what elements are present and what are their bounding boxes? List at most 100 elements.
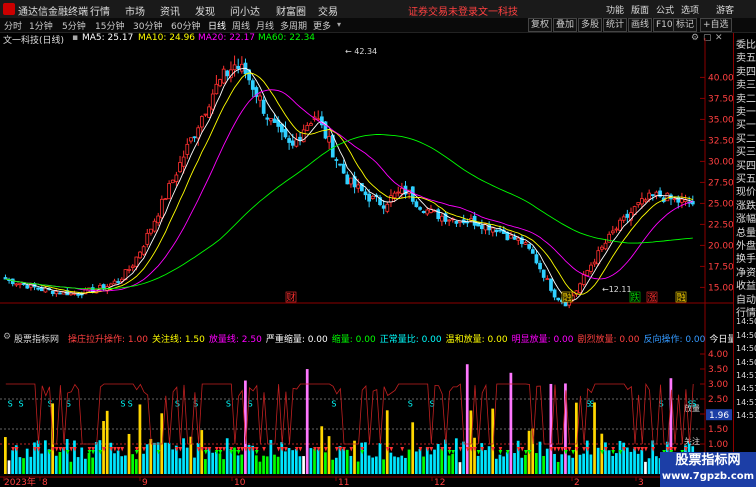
signal-triangle [298,447,303,452]
signal-triangle [58,447,63,452]
candle-body [436,209,441,219]
quote-panel-item: 14:50 [736,330,756,340]
volume-ratio-bar [447,455,451,474]
signal-triangle-green [447,450,452,455]
volume-ratio-bar [436,443,440,474]
volume-ratio-bar [207,448,211,474]
signal-triangle [69,447,74,452]
volume-ratio-bar [167,442,171,474]
price-tick-label: 15.00 [708,283,733,293]
signal-triangle [262,447,266,452]
volume-ratio-bar [105,410,109,474]
volume-ratio-bar [524,454,527,474]
time-tick-label: 2 [574,478,580,487]
candle-body [239,63,244,72]
volume-ratio-bar [509,372,513,474]
volume-ratio-bar [331,459,335,474]
volume-ratio-bar [182,438,185,474]
candle-body [367,193,371,202]
volume-ratio-bar [7,460,11,474]
candle-body [305,125,310,131]
candle-body [145,232,150,245]
candle-body [18,283,22,286]
volume-ratio-bar [218,453,222,474]
price-tick-label: 35.00 [708,115,733,125]
signal-triangle [636,447,641,452]
volume-ratio-bar [44,440,47,474]
signal-triangle [324,447,328,452]
volume-ratio-bar [611,455,615,474]
candle-body [265,117,270,120]
volume-ratio-bar [553,453,556,474]
volume-ratio-bar [589,454,593,474]
volume-ratio-bar [378,443,382,474]
event-marker: 融 [563,293,572,304]
candle-body [272,118,277,123]
candle-body [218,79,222,87]
candle-body [585,270,590,276]
candle-body [290,140,295,146]
s-signal: S [226,400,231,409]
volume-ratio-bar [313,448,316,474]
candle-body [600,246,604,250]
volume-ratio-bar [342,448,345,474]
volume-ratio-bar [567,455,571,474]
volume-ratio-bar [178,458,182,474]
price-tick-label: 40.00 [708,73,733,83]
candle-body [618,219,622,231]
volume-ratio-bar [465,364,469,474]
volume-ratio-bar [454,438,458,474]
candle-body [207,106,211,118]
volume-ratio-bar [214,451,218,474]
candle-body [589,264,593,272]
indicator-item: 剧烈放量: 0.00 [577,335,640,345]
volume-ratio-bar [513,453,516,474]
volume-ratio-bar [280,442,284,474]
candle-body [58,292,62,295]
volume-ratio-bar [418,448,422,474]
quote-panel-item: 14:51 [736,411,756,421]
volume-ratio-bar [29,456,33,474]
volume-ratio-bar [80,447,84,474]
candle-body [156,215,161,224]
kline-chart[interactable]: 40.0037.5035.0032.5030.0027.5025.0022.50… [0,0,733,487]
volume-ratio-bar [545,448,549,474]
candle-body [389,195,393,203]
indicator-tick-label: 3.50 [708,365,728,375]
candle-body [425,209,430,215]
candle-body [181,156,186,167]
indicator-name: 股票指标网 [14,335,60,345]
volume-ratio-bar [200,430,204,474]
candle-body [454,220,459,224]
volume-ratio-bar [62,447,65,474]
candle-body [221,68,226,84]
candle-body [523,242,528,245]
volume-ratio-bar [309,448,313,474]
volume-ratio-bar [596,447,600,474]
candle-body [50,290,55,294]
candle-body [534,254,539,264]
candle-body [345,174,350,185]
candle-body [287,138,291,143]
volume-ratio-bar [400,455,404,474]
candle-body [676,196,681,203]
candle-body [592,261,597,265]
signal-triangle [389,447,394,452]
candle-body [279,123,284,133]
ma20-line [5,89,693,292]
indicator-settings-icon[interactable]: ⚙ [3,332,11,342]
volume-ratio-bar [36,440,40,474]
quote-panel-item: 14:51 [736,397,756,407]
volume-ratio-bar [124,455,127,474]
volume-ratio-bar [22,458,25,474]
candle-body [480,224,484,229]
indicator-tick-label: 1.50 [708,425,728,435]
signal-triangle-green [91,450,95,455]
candle-body [109,283,113,287]
s-signal: S [331,400,336,409]
volume-ratio-bar [364,442,367,474]
volume-ratio-bar [334,457,338,474]
candle-body [498,229,502,232]
candle-body [640,198,644,205]
volume-ratio-bar [444,439,447,474]
